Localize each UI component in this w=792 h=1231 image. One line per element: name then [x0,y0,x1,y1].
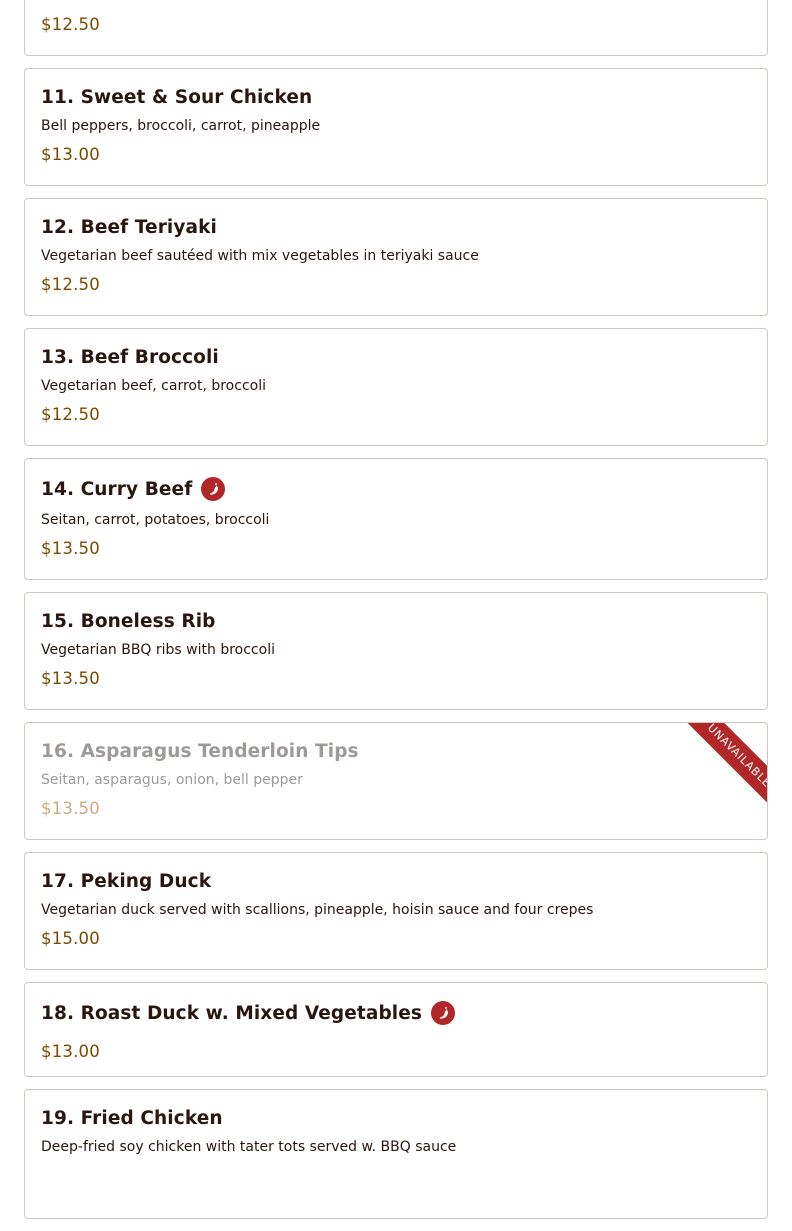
menu-item-title: 16. Asparagus Tenderloin Tips [41,740,359,762]
menu-item-title: 18. Roast Duck w. Mixed Vegetables [41,1002,422,1024]
chili-pepper-icon [431,1001,455,1025]
menu-item-title-row: 11. Sweet & Sour Chicken [41,83,751,111]
menu-item-price: $13.00 [41,145,100,164]
menu-item-card[interactable]: $12.50 [24,0,768,56]
menu-item-card[interactable]: 19. Fried Chicken Deep-fried soy chicken… [24,1089,768,1219]
unavailable-ribbon: Unavailable [673,723,767,817]
menu-item-title: 12. Beef Teriyaki [41,216,217,238]
menu-item-title-row: 12. Beef Teriyaki [41,213,751,241]
menu-item-card[interactable]: 11. Sweet & Sour Chicken Bell peppers, b… [24,68,768,186]
menu-item-price: $12.50 [41,275,100,294]
menu-item-title-row: 15. Boneless Rib [41,607,751,635]
menu-item-card[interactable]: 13. Beef Broccoli Vegetarian beef, carro… [24,328,768,446]
menu-item-price: $12.50 [41,405,100,424]
menu-item-title-row: 16. Asparagus Tenderloin Tips [41,737,751,765]
menu-item-title: 14. Curry Beef [41,478,193,500]
menu-item-card[interactable]: 14. Curry Beef Seitan, carrot, potatoes,… [24,458,768,580]
menu-item-description: Vegetarian beef, carrot, broccoli [41,378,266,394]
menu-item-card[interactable]: 15. Boneless Rib Vegetarian BBQ ribs wit… [24,592,768,710]
menu-item-price: $13.50 [41,799,100,818]
menu-item-description: Vegetarian beef sautéed with mix vegetab… [41,248,479,264]
menu-item-description [41,0,751,6]
menu-item-description: Deep-fried soy chicken with tater tots s… [41,1139,457,1155]
menu-item-title: 19. Fried Chicken [41,1107,223,1129]
menu-item-card[interactable]: 17. Peking Duck Vegetarian duck served w… [24,852,768,970]
menu-item-title-row: 19. Fried Chicken [41,1104,751,1132]
menu-item-title: 13. Beef Broccoli [41,346,219,368]
menu-item-title: 11. Sweet & Sour Chicken [41,86,313,108]
menu-item-card[interactable]: 12. Beef Teriyaki Vegetarian beef sautée… [24,198,768,316]
menu-item-description: Vegetarian BBQ ribs with broccoli [41,642,275,658]
menu-item-price: $13.50 [41,539,100,558]
menu-item-price: $12.50 [41,15,100,34]
menu-item-title-row: 18. Roast Duck w. Mixed Vegetables [41,997,751,1029]
menu-item-description: Seitan, asparagus, onion, bell pepper [41,772,303,788]
menu-item-description: Bell peppers, broccoli, carrot, pineappl… [41,118,321,134]
menu-item-price: $15.00 [41,929,100,948]
menu-item-title: 15. Boneless Rib [41,610,216,632]
menu-item-card-unavailable: 16. Asparagus Tenderloin Tips Seitan, as… [24,722,768,840]
menu-item-card[interactable]: 18. Roast Duck w. Mixed Vegetables $13.0… [24,982,768,1077]
menu-item-description: Vegetarian duck served with scallions, p… [41,902,594,918]
menu-item-title-row: 14. Curry Beef [41,473,751,505]
menu-item-list: $12.50 11. Sweet & Sour Chicken Bell pep… [24,0,768,1231]
menu-item-price: $13.00 [41,1042,100,1061]
menu-item-title-row: 13. Beef Broccoli [41,343,751,371]
menu-item-description: Seitan, carrot, potatoes, broccoli [41,512,270,528]
menu-item-title: 17. Peking Duck [41,870,212,892]
menu-item-price: $13.50 [41,669,100,688]
chili-pepper-icon [201,477,226,501]
menu-item-title-row: 17. Peking Duck [41,867,751,895]
unavailable-badge: Unavailable [673,723,767,817]
